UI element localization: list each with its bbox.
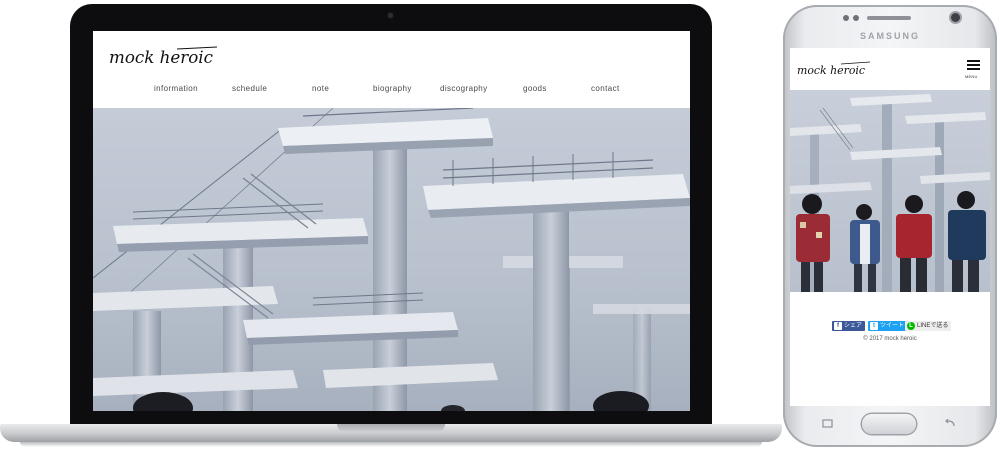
copyright: © 2017 mock heroic	[863, 336, 917, 342]
line-share-button[interactable]: L LINEで送る	[905, 321, 952, 331]
svg-text:mock heroic: mock heroic	[109, 48, 213, 68]
main-nav: information schedule note biography disc…	[93, 84, 690, 98]
nav-information[interactable]: information	[154, 84, 198, 93]
twitter-icon: t	[870, 322, 878, 330]
menu-bar-icon	[967, 60, 980, 62]
twitter-share-button[interactable]: t ツイート	[868, 321, 908, 331]
site-header: mock heroic information schedule note bi…	[93, 31, 690, 108]
line-icon: L	[907, 322, 915, 330]
twitter-share-label: ツイート	[880, 323, 905, 329]
menu-bar-icon	[967, 68, 980, 70]
facebook-share-button[interactable]: f シェア	[832, 321, 866, 331]
band-member-2	[850, 204, 880, 292]
light-sensor-icon	[853, 15, 859, 21]
site-logo[interactable]: mock heroic	[107, 41, 227, 71]
recent-apps-icon[interactable]	[822, 419, 834, 428]
menu-bar-icon	[967, 64, 980, 66]
nav-schedule[interactable]: schedule	[232, 84, 267, 93]
mobile-website: mock heroic MENU f シェア t ツイート L LINEで送る …	[790, 48, 990, 406]
hero-image	[93, 108, 690, 411]
home-button[interactable]	[862, 414, 916, 434]
nav-biography[interactable]: biography	[373, 84, 412, 93]
menu-label: MENU	[965, 74, 978, 79]
hero-photo-towers	[93, 108, 690, 411]
webcam-icon	[388, 13, 393, 18]
facebook-icon: f	[834, 322, 842, 330]
nav-note[interactable]: note	[312, 84, 329, 93]
nav-discography[interactable]: discography	[440, 84, 488, 93]
front-camera-icon	[951, 13, 960, 22]
band-member-4	[948, 191, 986, 292]
svg-text:mock heroic: mock heroic	[797, 64, 865, 77]
band-member-3	[896, 195, 932, 292]
earpiece-speaker	[867, 16, 911, 20]
desktop-website: mock heroic information schedule note bi…	[93, 31, 690, 411]
facebook-share-label: シェア	[844, 323, 863, 329]
nav-contact[interactable]: contact	[591, 84, 620, 93]
phone-brand-label: SAMSUNG	[859, 31, 920, 41]
back-icon[interactable]	[944, 419, 956, 428]
band-photo	[790, 94, 990, 292]
mobile-site-logo[interactable]: mock heroic	[796, 58, 874, 80]
line-share-label: LINEで送る	[917, 323, 949, 329]
nav-goods[interactable]: goods	[523, 84, 547, 93]
laptop-hinge-notch	[337, 424, 445, 432]
hamburger-menu-button[interactable]: MENU	[965, 60, 981, 82]
proximity-sensor-icon	[843, 15, 849, 21]
mobile-hero-image	[790, 90, 990, 292]
laptop-shadow	[20, 442, 762, 447]
